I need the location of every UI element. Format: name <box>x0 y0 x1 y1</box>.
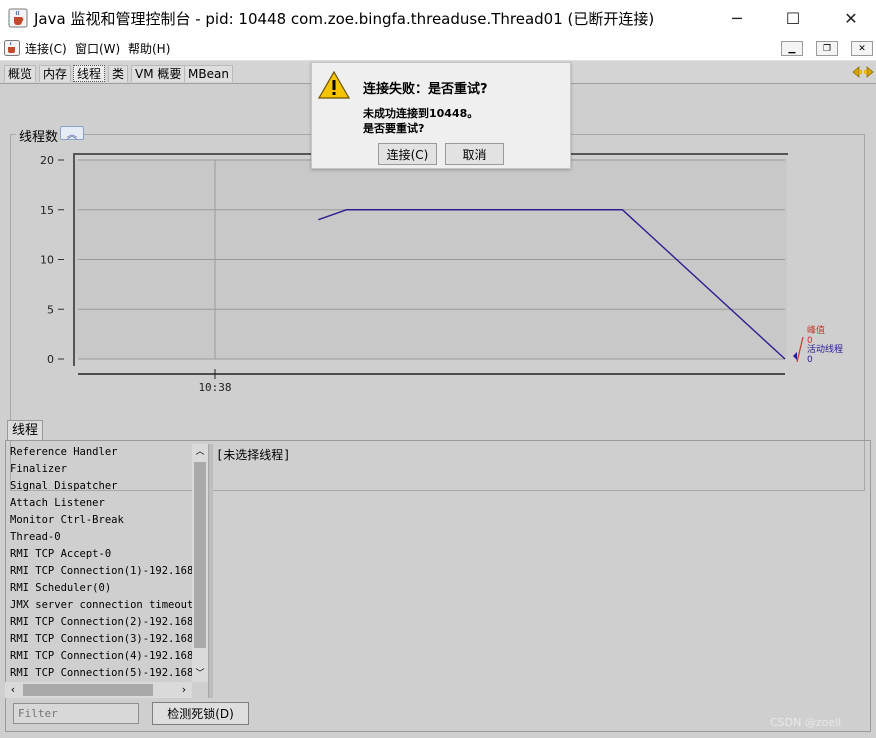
vertical-scrollbar[interactable]: ︿ ﹀ <box>192 444 208 682</box>
y-tick-label: 20 <box>40 154 54 167</box>
legend-active-value: 0 <box>807 355 813 365</box>
list-item[interactable]: Thread-0 <box>5 529 192 546</box>
thread-detail-text: [未选择线程] <box>216 448 291 462</box>
list-item[interactable]: RMI TCP Connection(2)-192.168. <box>5 614 192 631</box>
list-item[interactable]: Signal Dispatcher <box>5 478 192 495</box>
dialog-question: 是否要重试? <box>363 122 425 135</box>
list-item[interactable]: RMI TCP Connection(3)-192.168. <box>5 631 192 648</box>
legend-active-label: 活动线程 <box>807 343 843 355</box>
tab-mbean[interactable]: MBean <box>184 65 233 82</box>
chart-title: 线程数 <box>16 126 62 145</box>
thread-count-chart: 20151050 10:38 峰值0活动线程0 <box>40 153 843 392</box>
inner-close-button[interactable]: ✕ <box>851 41 873 56</box>
scroll-left-icon[interactable]: ‹ <box>5 682 21 698</box>
cancel-button[interactable]: 取消 <box>445 143 504 165</box>
connect-button[interactable]: 连接(C) <box>378 143 437 165</box>
tab-memory[interactable]: 内存 <box>39 65 72 82</box>
y-axis-ticks: 20 15 10 5 0 <box>40 154 64 366</box>
scroll-down-icon[interactable]: ﹀ <box>192 666 208 682</box>
thread-list[interactable]: Reference Handler Finalizer Signal Dispa… <box>5 444 192 676</box>
legend-peak-label: 峰值 <box>807 324 825 336</box>
y-tick-label: 0 <box>47 353 54 366</box>
peak-legend-line <box>796 336 804 363</box>
java-coffee-icon <box>4 40 20 56</box>
menu-help[interactable]: 帮助(H) <box>128 40 170 57</box>
scrollbar-thumb[interactable] <box>194 462 206 648</box>
scroll-right-icon[interactable]: › <box>176 682 192 698</box>
threads-panel: 线程数 ︽ 20 15 10 5 0 10:38 峰值 0 活动线程 0 线程 Referen… <box>0 84 876 738</box>
list-item[interactable]: JMX server connection timeout <box>5 597 192 614</box>
connection-failed-dialog: 连接失败：是否重试? 未成功连接到10448。 是否要重试? 连接(C) 取消 <box>311 62 571 169</box>
inner-minimize-button[interactable]: ▁ <box>781 41 803 56</box>
list-item[interactable]: RMI TCP Connection(4)-192.168. <box>5 648 192 665</box>
y-tick-label: 10 <box>40 254 54 267</box>
chart-legend: 峰值0活动线程0 <box>793 324 843 365</box>
connection-status-icon[interactable] <box>852 65 874 79</box>
y-tick-label: 15 <box>40 204 54 217</box>
warning-icon <box>317 70 351 100</box>
title-bar: Java 监视和管理控制台 - pid: 10448 com.zoe.bingf… <box>0 0 876 36</box>
list-item[interactable]: RMI TCP Connection(5)-192.168. <box>5 665 192 676</box>
collapse-chevron-icon[interactable]: ︽ <box>60 126 84 141</box>
tab-threads[interactable]: 线程 <box>73 65 106 82</box>
maximize-button[interactable]: ☐ <box>770 0 816 36</box>
tab-overview[interactable]: 概览 <box>4 65 37 82</box>
filter-input[interactable] <box>13 703 139 724</box>
x-axis-ticks: 10:38 <box>198 369 232 392</box>
horizontal-scrollbar[interactable]: ‹ › <box>5 682 192 698</box>
tab-classes[interactable]: 类 <box>108 65 129 82</box>
close-button[interactable]: ✕ <box>828 0 874 36</box>
scrollbar-thumb[interactable] <box>23 684 153 696</box>
y-tick-label: 5 <box>47 303 54 316</box>
dialog-title: 连接失败：是否重试? <box>363 82 488 97</box>
x-tick-label: 10:38 <box>198 381 231 392</box>
menu-bar: 连接(C) 窗口(W) 帮助(H) ▁ ❐ ✕ <box>0 36 876 61</box>
tab-vm-summary[interactable]: VM 概要 <box>131 65 186 82</box>
scroll-up-icon[interactable]: ︿ <box>192 444 208 460</box>
list-item[interactable]: RMI Scheduler(0) <box>5 580 192 597</box>
list-item[interactable]: Monitor Ctrl-Break <box>5 512 192 529</box>
detect-deadlock-button[interactable]: 检测死锁(D) <box>152 702 249 725</box>
tab-thread-list[interactable]: 线程 <box>7 420 43 441</box>
window-title: Java 监视和管理控制台 - pid: 10448 com.zoe.bingf… <box>34 10 655 28</box>
inner-restore-button[interactable]: ❐ <box>816 41 838 56</box>
list-item[interactable]: RMI TCP Connection(1)-192.168. <box>5 563 192 580</box>
java-coffee-icon <box>8 8 28 28</box>
list-item[interactable]: Finalizer <box>5 461 192 478</box>
menu-connection[interactable]: 连接(C) <box>25 40 67 57</box>
active-legend-marker <box>793 352 797 360</box>
list-item[interactable]: Attach Listener <box>5 495 192 512</box>
minimize-button[interactable]: ─ <box>714 0 760 36</box>
menu-window[interactable]: 窗口(W) <box>75 40 120 57</box>
watermark: CSDN @zoell <box>770 716 842 729</box>
split-pane-divider[interactable] <box>208 444 213 698</box>
dialog-message: 未成功连接到10448。 <box>363 107 479 120</box>
list-item[interactable]: RMI TCP Accept-0 <box>5 546 192 563</box>
list-item[interactable]: Reference Handler <box>5 444 192 461</box>
